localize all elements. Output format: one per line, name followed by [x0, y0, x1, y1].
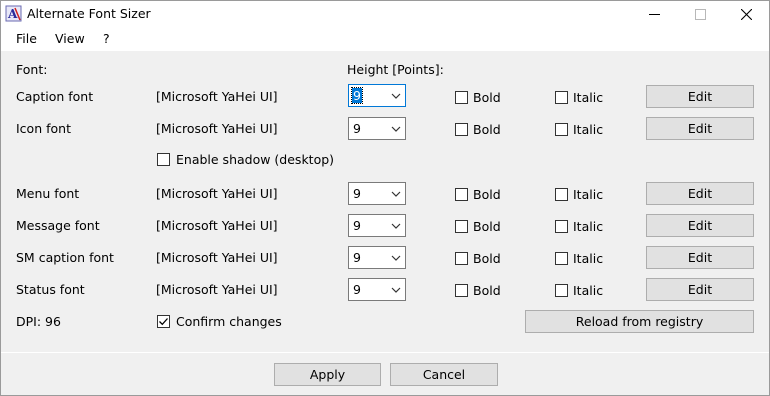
row-label: SM caption font: [16, 250, 114, 265]
height-value: 9: [353, 218, 361, 233]
italic-label: Italic: [573, 219, 604, 234]
height-value: 9: [353, 282, 361, 297]
height-select[interactable]: 9: [348, 182, 406, 205]
bold-label: Bold: [473, 283, 501, 298]
bold-checkbox[interactable]: [455, 188, 468, 201]
apply-button[interactable]: Apply: [274, 363, 381, 386]
dpi-label: DPI: 96: [16, 314, 61, 329]
italic-checkbox[interactable]: [555, 220, 568, 233]
italic-label: Italic: [573, 283, 604, 298]
height-value: 9: [353, 121, 361, 136]
settings-panel: Font: Height [Points]: Caption font [Mic…: [1, 52, 769, 352]
title-bar[interactable]: A Alternate Font Sizer: [1, 1, 769, 28]
shadow-label: Enable shadow (desktop): [176, 152, 335, 167]
row-font-name: [Microsoft YaHei UI]: [156, 121, 278, 136]
checkmark-icon: [159, 318, 168, 326]
row-font-name: [Microsoft YaHei UI]: [156, 282, 278, 297]
bold-checkbox[interactable]: [455, 284, 468, 297]
height-value: 9: [353, 186, 361, 201]
menu-view[interactable]: View: [55, 31, 85, 46]
svg-text:A: A: [7, 7, 18, 21]
maximize-button[interactable]: [677, 1, 723, 28]
dialog-footer: Apply Cancel: [1, 353, 769, 395]
bold-label: Bold: [473, 122, 501, 137]
row-label: Message font: [16, 218, 100, 233]
window-title: Alternate Font Sizer: [27, 6, 151, 21]
height-value: 9: [353, 250, 361, 265]
font-header: Font:: [16, 62, 48, 77]
menu-file[interactable]: File: [16, 31, 37, 46]
height-select[interactable]: 9: [348, 117, 406, 140]
bold-checkbox[interactable]: [455, 252, 468, 265]
edit-button[interactable]: Edit: [646, 182, 754, 205]
row-label: Caption font: [16, 89, 94, 104]
bold-label: Bold: [473, 251, 501, 266]
height-header: Height [Points]:: [347, 62, 444, 77]
italic-checkbox[interactable]: [555, 91, 568, 104]
row-font-name: [Microsoft YaHei UI]: [156, 89, 278, 104]
height-select[interactable]: 9: [348, 214, 406, 237]
height-select[interactable]: 9: [348, 246, 406, 269]
italic-label: Italic: [573, 187, 604, 202]
italic-checkbox[interactable]: [555, 252, 568, 265]
height-select[interactable]: 9: [348, 84, 406, 107]
edit-button[interactable]: Edit: [646, 278, 754, 301]
confirm-label: Confirm changes: [176, 314, 282, 329]
italic-checkbox[interactable]: [555, 123, 568, 136]
bold-checkbox[interactable]: [455, 123, 468, 136]
row-font-name: [Microsoft YaHei UI]: [156, 250, 278, 265]
chevron-down-icon: [391, 223, 401, 229]
height-value: 9: [351, 87, 363, 104]
edit-button[interactable]: Edit: [646, 246, 754, 269]
bold-label: Bold: [473, 219, 501, 234]
edit-button[interactable]: Edit: [646, 85, 754, 108]
italic-label: Italic: [573, 122, 604, 137]
chevron-down-icon: [391, 255, 401, 261]
height-select[interactable]: 9: [348, 278, 406, 301]
cancel-button[interactable]: Cancel: [390, 363, 498, 386]
row-font-name: [Microsoft YaHei UI]: [156, 218, 278, 233]
italic-checkbox[interactable]: [555, 284, 568, 297]
minimize-icon: [648, 14, 660, 15]
italic-checkbox[interactable]: [555, 188, 568, 201]
chevron-down-icon: [391, 126, 401, 132]
chevron-down-icon: [391, 287, 401, 293]
bold-checkbox[interactable]: [455, 91, 468, 104]
shadow-checkbox[interactable]: [157, 153, 170, 166]
row-font-name: [Microsoft YaHei UI]: [156, 186, 278, 201]
close-button[interactable]: [723, 1, 769, 28]
minimize-button[interactable]: [631, 1, 677, 28]
bold-label: Bold: [473, 187, 501, 202]
italic-label: Italic: [573, 251, 604, 266]
menu-help[interactable]: ?: [103, 31, 110, 46]
bold-label: Bold: [473, 90, 501, 105]
reload-button[interactable]: Reload from registry: [525, 310, 754, 333]
italic-label: Italic: [573, 90, 604, 105]
app-window: A Alternate Font Sizer File View ? Font:…: [0, 0, 770, 396]
row-label: Status font: [16, 282, 85, 297]
confirm-checkbox[interactable]: [157, 315, 170, 328]
edit-button[interactable]: Edit: [646, 117, 754, 140]
close-icon: [740, 9, 752, 20]
maximize-icon: [694, 9, 706, 20]
app-icon: A: [5, 5, 22, 22]
chevron-down-icon: [391, 191, 401, 197]
bold-checkbox[interactable]: [455, 220, 468, 233]
edit-button[interactable]: Edit: [646, 214, 754, 237]
row-label: Menu font: [16, 186, 80, 201]
chevron-down-icon: [391, 93, 401, 99]
row-label: Icon font: [16, 121, 71, 136]
menu-bar: File View ?: [1, 28, 769, 52]
